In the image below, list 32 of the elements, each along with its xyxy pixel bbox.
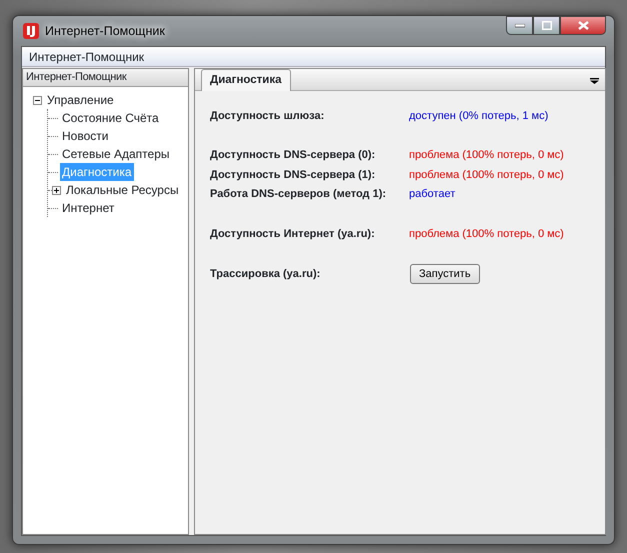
status-text: проблема (100% потерь, 0 мс) — [409, 148, 564, 163]
close-icon — [578, 21, 588, 30]
status-text: проблема (100% потерь, 0 мс) — [409, 168, 564, 182]
window-title: Интернет-Помощник — [45, 22, 165, 40]
field-label: Доступность DNS-сервера (1): — [210, 168, 376, 182]
maximize-button[interactable] — [533, 16, 560, 35]
tab[interactable]: Диагностика — [201, 68, 291, 91]
field-label: Трассировка (ya.ru): — [210, 266, 322, 282]
tree-item[interactable]: Локальные Ресурсы — [64, 181, 181, 199]
expand-toggle[interactable] — [52, 186, 61, 194]
panel-title: Интернет-Помощник — [26, 70, 126, 86]
status-text: работает — [409, 187, 456, 202]
close-button[interactable] — [560, 16, 606, 35]
field-label: Доступность Интернет (ya.ru): — [210, 226, 376, 242]
field-label: Доступность DNS-сервера (0): — [210, 148, 376, 163]
status-text: доступен (0% потерь, 1 мс) — [409, 108, 548, 124]
minimize-button[interactable] — [506, 16, 533, 35]
status-text: проблема (100% потерь, 0 мс) — [409, 226, 564, 242]
tree-item[interactable]: Управление — [45, 91, 116, 109]
menu-item[interactable]: Интернет-Помощник — [29, 48, 144, 66]
tree-item[interactable]: Состояние Счёта — [60, 109, 161, 127]
app-icon — [23, 23, 39, 39]
field-label: Работа DNS-серверов (метод 1): — [210, 187, 388, 202]
run-button[interactable]: Запустить — [410, 264, 480, 284]
tree-item[interactable]: Сетевые Адаптеры — [60, 145, 172, 163]
field-label: Доступность шлюза: — [210, 108, 326, 124]
tree-item[interactable]: Интернет — [60, 199, 116, 217]
dropdown-icon[interactable] — [590, 78, 599, 84]
maximize-icon — [542, 21, 552, 30]
tree-item[interactable]: Новости — [60, 127, 110, 145]
collapse-toggle[interactable] — [33, 96, 42, 104]
minimize-icon — [514, 24, 524, 28]
